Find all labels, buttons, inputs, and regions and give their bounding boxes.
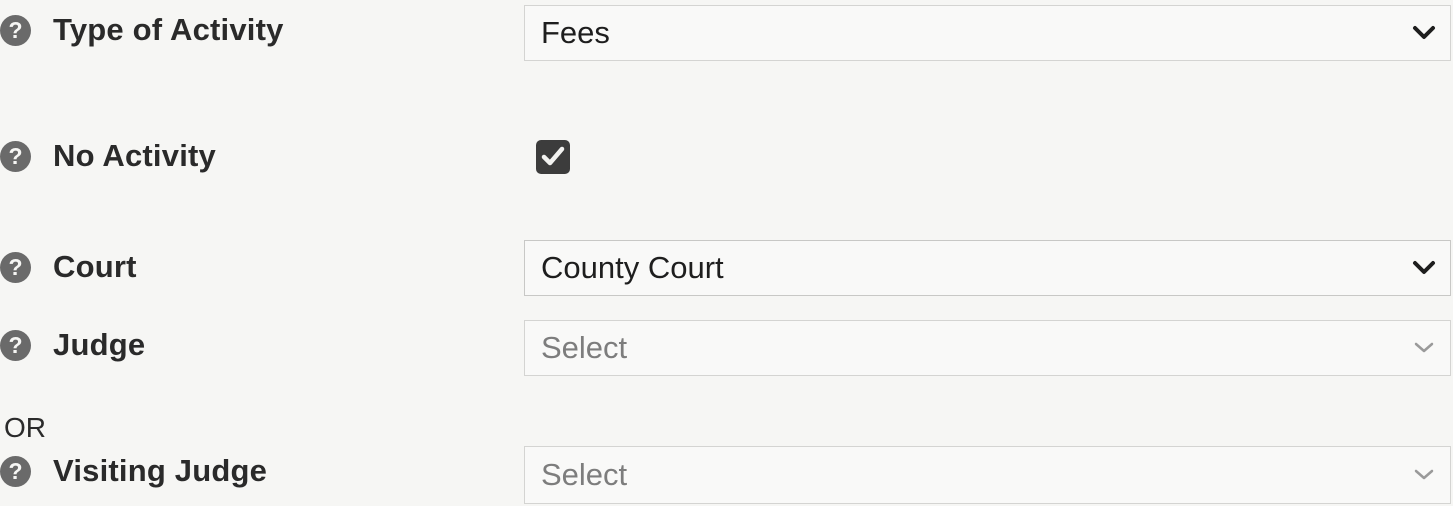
no-activity-label: No Activity (53, 138, 216, 173)
judge-value: Select (541, 330, 628, 365)
checkmark-icon (541, 146, 565, 166)
judge-label: Judge (53, 327, 146, 362)
chevron-down-icon (1413, 26, 1435, 39)
judge-label-row: ? Judge (0, 322, 145, 368)
type-of-activity-label: Type of Activity (53, 12, 284, 47)
no-activity-checkbox[interactable] (536, 140, 570, 174)
visiting-judge-label-row: ? Visiting Judge (0, 448, 267, 494)
chevron-down-icon (1413, 261, 1435, 274)
type-of-activity-select[interactable]: Fees (524, 5, 1451, 61)
type-of-activity-value: Fees (541, 15, 610, 50)
court-value: County Court (541, 250, 724, 285)
help-icon[interactable]: ? (0, 140, 31, 172)
chevron-down-icon (1414, 469, 1434, 480)
help-icon[interactable]: ? (0, 455, 31, 487)
or-separator: OR (4, 412, 46, 443)
visiting-judge-label: Visiting Judge (53, 453, 268, 488)
court-select[interactable]: County Court (524, 240, 1451, 296)
judge-select[interactable]: Select (524, 320, 1451, 376)
help-icon[interactable]: ? (0, 14, 31, 46)
type-of-activity-label-row: ? Type of Activity (0, 7, 284, 53)
no-activity-label-row: ? No Activity (0, 133, 216, 179)
court-label: Court (53, 249, 137, 284)
court-label-row: ? Court (0, 244, 137, 290)
visiting-judge-select[interactable]: Select (524, 446, 1451, 504)
help-icon[interactable]: ? (0, 329, 31, 361)
help-icon[interactable]: ? (0, 251, 31, 283)
visiting-judge-value: Select (541, 457, 628, 492)
chevron-down-icon (1414, 342, 1434, 353)
